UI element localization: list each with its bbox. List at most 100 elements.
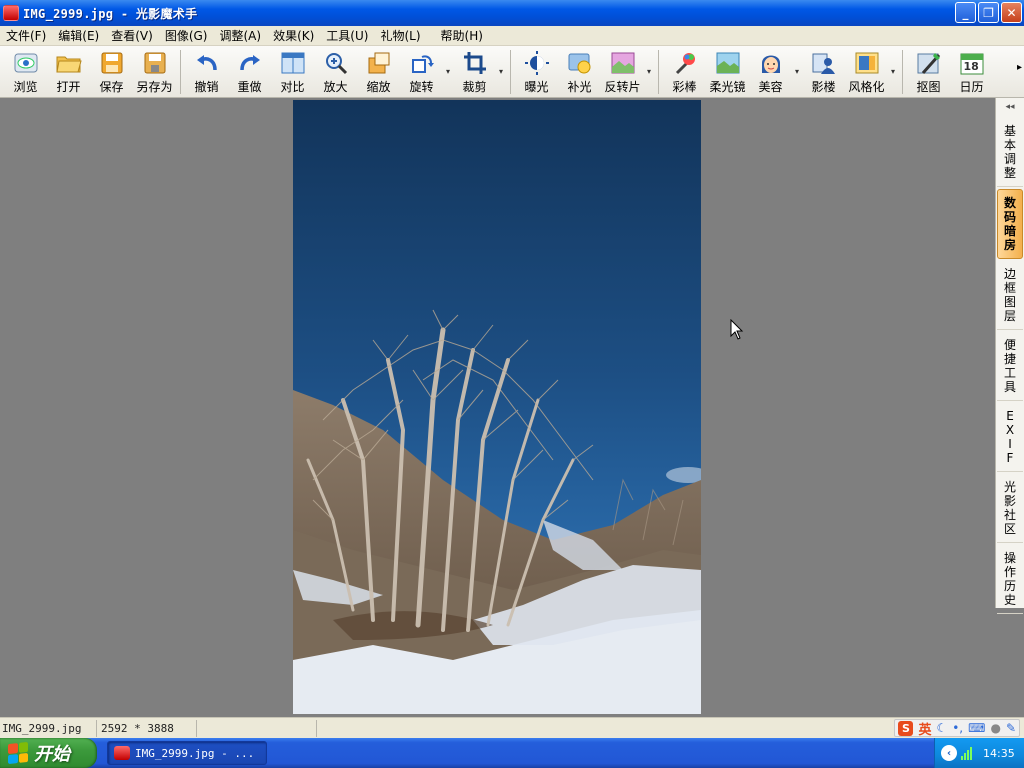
- menu-adjust[interactable]: 调整(A): [213, 27, 267, 44]
- toolbar-more-icon[interactable]: ▸: [1017, 62, 1022, 73]
- tray-expand-icon[interactable]: ‹: [941, 745, 957, 761]
- beauty-button[interactable]: 美容: [749, 46, 792, 96]
- floppy-icon: [99, 50, 125, 76]
- invert-button[interactable]: 反转片: [601, 46, 644, 96]
- soft-lens-button[interactable]: 柔光镜: [706, 46, 749, 96]
- tab-history[interactable]: 操 作 历 史: [997, 545, 1023, 614]
- tab-char: 房: [1003, 238, 1016, 252]
- keyboard-icon[interactable]: ⌨: [968, 721, 985, 735]
- sogou-logo-icon[interactable]: S: [898, 720, 914, 736]
- tab-char: 社: [1003, 508, 1016, 522]
- tab-char: 边: [1003, 267, 1016, 281]
- app-icon: [3, 5, 19, 21]
- invert-dropdown-icon[interactable]: ▾: [644, 46, 654, 96]
- taskbar-item-app[interactable]: IMG_2999.jpg - ...: [107, 741, 267, 765]
- rotate-dropdown-icon[interactable]: ▾: [443, 46, 453, 96]
- undo-label: 撤销: [194, 80, 219, 94]
- eye-icon: [13, 50, 39, 76]
- menu-view[interactable]: 查看(V): [105, 27, 159, 44]
- stylize-label: 风格化: [848, 80, 885, 94]
- undo-button[interactable]: 撤销: [185, 46, 228, 96]
- taskbar-item-label: IMG_2999.jpg - ...: [135, 746, 255, 760]
- invert-icon: [610, 50, 636, 76]
- resize-label: 缩放: [366, 80, 391, 94]
- cutout-icon: [916, 50, 942, 76]
- tab-char: 暗: [1003, 224, 1016, 238]
- studio-button[interactable]: 影楼: [802, 46, 845, 96]
- panel-collapse-icon[interactable]: ◂◂: [996, 98, 1024, 116]
- tab-char: 框: [1003, 281, 1016, 295]
- window-controls: _ ❐ ✕: [955, 2, 1022, 23]
- stylize-button[interactable]: 风格化: [845, 46, 888, 96]
- crop-label: 裁剪: [462, 80, 487, 94]
- system-tray: ‹ 14:35: [934, 738, 1024, 768]
- crop-dropdown-icon[interactable]: ▾: [496, 46, 506, 96]
- menu-image[interactable]: 图像(G): [159, 27, 214, 44]
- beauty-dropdown-icon[interactable]: ▾: [792, 46, 802, 96]
- color-pick-button[interactable]: 彩棒: [663, 46, 706, 96]
- menu-edit[interactable]: 编辑(E): [52, 27, 105, 44]
- save-button[interactable]: 保存: [90, 46, 133, 96]
- minimize-button[interactable]: _: [955, 2, 976, 23]
- tab-digital-darkroom[interactable]: 数 码 暗 房: [997, 189, 1023, 259]
- moon-icon[interactable]: ☾: [936, 721, 947, 735]
- maximize-button[interactable]: ❐: [978, 2, 999, 23]
- redo-button[interactable]: 重做: [228, 46, 271, 96]
- mouse-cursor-icon: [730, 319, 744, 340]
- menu-effects[interactable]: 效果(K): [267, 27, 320, 44]
- ime-toolbar[interactable]: S 英 ☾ •, ⌨ ● ✎: [894, 719, 1020, 738]
- tab-exif[interactable]: E X I F: [997, 403, 1023, 472]
- compare-button[interactable]: 对比: [271, 46, 314, 96]
- punctuation-icon[interactable]: •,: [952, 721, 963, 735]
- tab-char: 史: [1003, 593, 1016, 607]
- ime-mode[interactable]: 英: [918, 719, 931, 738]
- tab-char: 层: [1003, 309, 1016, 323]
- tab-char: 调: [1003, 152, 1016, 166]
- calendar-button[interactable]: 18 日历: [950, 46, 993, 96]
- photo-preview[interactable]: [293, 100, 701, 714]
- open-label: 打开: [56, 80, 81, 94]
- user-icon[interactable]: ●: [990, 721, 1000, 735]
- browse-button[interactable]: 浏览: [4, 46, 47, 96]
- soft-lens-icon: [715, 50, 741, 76]
- menu-help[interactable]: 帮助(H): [435, 27, 489, 44]
- network-signal-icon[interactable]: [961, 746, 975, 760]
- toolbar: 浏览 打开 保存 另存为 撤销 重做 对比 放大 缩放 旋转 ▾ 裁剪 ▾ 曝光…: [0, 46, 1024, 98]
- wrench-icon[interactable]: ✎: [1006, 721, 1016, 735]
- rotate-label: 旋转: [409, 80, 434, 94]
- clock[interactable]: 14:35: [983, 747, 1015, 760]
- face-icon: [758, 50, 784, 76]
- start-button[interactable]: 开始: [0, 738, 97, 768]
- save-as-button[interactable]: 另存为: [133, 46, 176, 96]
- color-wand-icon: [672, 50, 698, 76]
- cutout-button[interactable]: 抠图: [907, 46, 950, 96]
- resize-button[interactable]: 缩放: [357, 46, 400, 96]
- crop-icon: [462, 50, 488, 76]
- tab-basic-adjust[interactable]: 基 本 调 整: [997, 118, 1023, 187]
- tab-char: X: [1005, 423, 1015, 437]
- side-panel: ◂◂ 基 本 调 整 数 码 暗 房 边 框 图 层 便 捷 工 具 E X I…: [995, 98, 1024, 614]
- zoom-in-button[interactable]: 放大: [314, 46, 357, 96]
- tab-char: 本: [1003, 138, 1016, 152]
- fill-light-button[interactable]: 补光: [558, 46, 601, 96]
- open-button[interactable]: 打开: [47, 46, 90, 96]
- rotate-button[interactable]: 旋转: [400, 46, 443, 96]
- studio-icon: [811, 50, 837, 76]
- status-bar: IMG_2999.jpg 2592 * 3888 S 英 ☾ •, ⌨ ● ✎: [0, 717, 1024, 738]
- exposure-button[interactable]: 曝光: [515, 46, 558, 96]
- invert-label: 反转片: [604, 80, 641, 94]
- tab-quick-tools[interactable]: 便 捷 工 具: [997, 332, 1023, 401]
- tab-community[interactable]: 光 影 社 区: [997, 474, 1023, 543]
- tab-border-layers[interactable]: 边 框 图 层: [997, 261, 1023, 330]
- toolbar-separator: [510, 50, 511, 94]
- color-pick-label: 彩棒: [672, 80, 697, 94]
- close-button[interactable]: ✕: [1001, 2, 1022, 23]
- menu-gifts[interactable]: 礼物(L): [374, 27, 426, 44]
- stylize-dropdown-icon[interactable]: ▾: [888, 46, 898, 96]
- fill-light-label: 补光: [567, 80, 592, 94]
- tab-char: 影: [1003, 494, 1016, 508]
- menu-file[interactable]: 文件(F): [0, 27, 52, 44]
- tab-char: F: [1006, 451, 1014, 465]
- crop-button[interactable]: 裁剪: [453, 46, 496, 96]
- menu-tools[interactable]: 工具(U): [320, 27, 374, 44]
